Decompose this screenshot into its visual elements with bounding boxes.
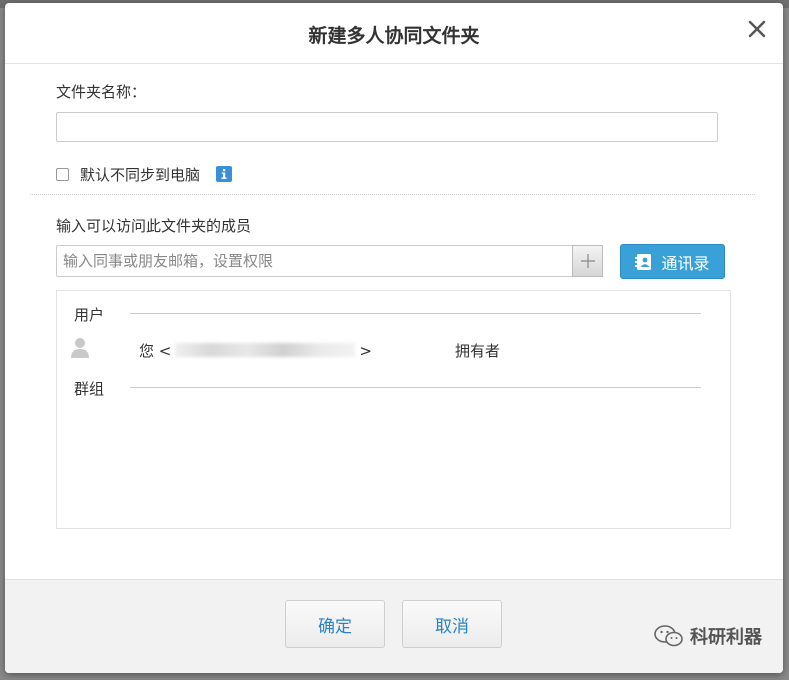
cancel-button[interactable]: 取消 <box>402 600 502 648</box>
users-divider <box>130 313 701 314</box>
redacted-email <box>175 343 356 357</box>
confirm-button[interactable]: 确定 <box>285 600 385 648</box>
groups-heading: 群组 <box>74 380 105 398</box>
dialog-footer: 确定 取消 科研利器 <box>5 579 783 673</box>
new-shared-folder-dialog: 新建多人协同文件夹 文件夹名称： 默认不同步到电脑 输入可以访问此文件夹的成员 <box>5 3 783 673</box>
contacts-button-label: 通讯录 <box>661 253 710 273</box>
folder-name-label: 文件夹名称： <box>56 83 147 101</box>
plus-icon <box>580 254 595 268</box>
watermark: 科研利器 <box>654 623 762 649</box>
groups-divider <box>130 387 701 388</box>
members-list: 用户 您 < > 拥有者 群组 <box>56 290 731 529</box>
sync-label: 默认不同步到电脑 <box>80 165 201 184</box>
users-heading: 用户 <box>74 306 105 324</box>
add-member-button[interactable] <box>572 245 603 277</box>
sync-option-row: 默认不同步到电脑 <box>56 164 233 184</box>
user-role: 拥有者 <box>455 342 501 360</box>
address-book-icon <box>635 253 652 270</box>
wechat-icon <box>654 625 683 647</box>
sync-checkbox[interactable] <box>56 167 69 181</box>
members-label: 输入可以访问此文件夹的成员 <box>56 217 252 235</box>
user-email: 您 < > <box>139 340 372 361</box>
user-name-suffix: > <box>359 342 372 360</box>
dialog-title: 新建多人协同文件夹 <box>308 25 480 47</box>
member-email-input[interactable] <box>56 245 573 277</box>
contacts-button[interactable]: 通讯录 <box>620 244 725 279</box>
section-divider <box>30 194 755 195</box>
user-avatar-icon <box>71 337 89 363</box>
folder-name-input[interactable] <box>56 112 718 142</box>
watermark-text: 科研利器 <box>690 627 762 648</box>
user-name-prefix: 您 < <box>139 342 172 360</box>
user-row: 您 < > 拥有者 <box>71 337 711 361</box>
close-icon[interactable] <box>745 17 769 41</box>
dialog-header: 新建多人协同文件夹 <box>5 3 783 64</box>
info-icon[interactable] <box>216 166 233 182</box>
